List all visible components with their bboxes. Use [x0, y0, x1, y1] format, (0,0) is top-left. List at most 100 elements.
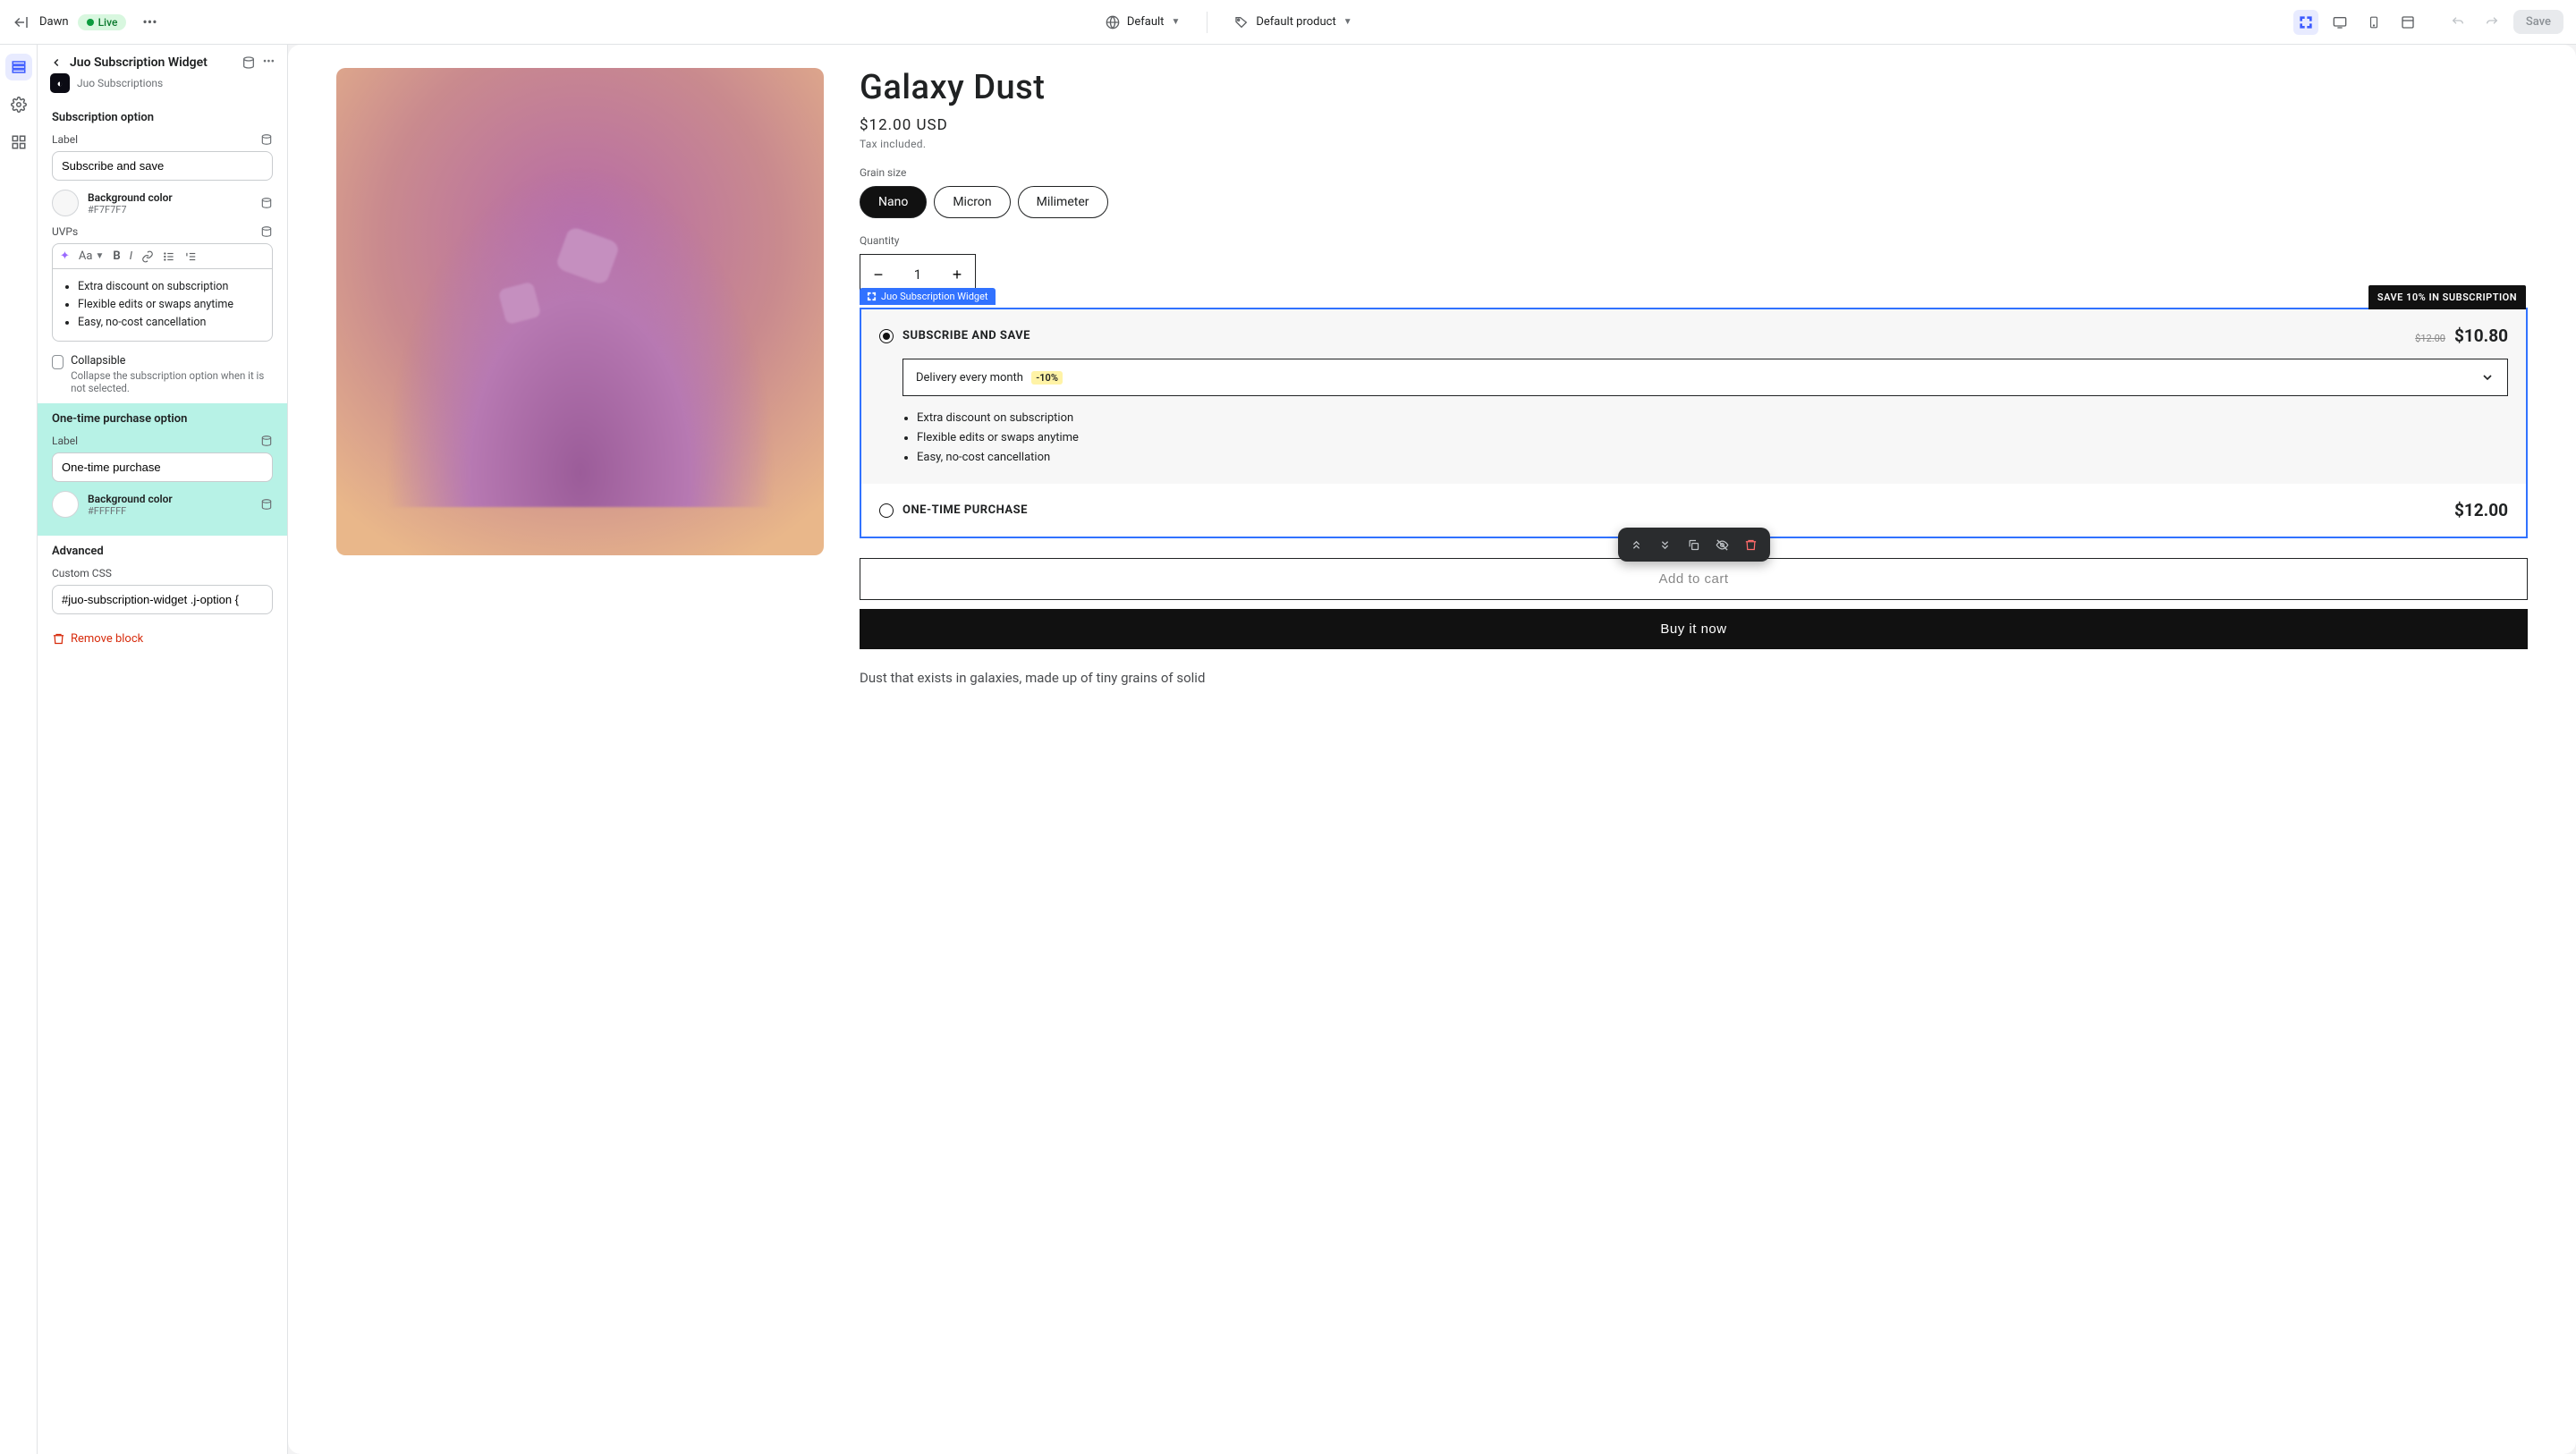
- delete-icon[interactable]: [1740, 533, 1763, 556]
- bg-color-swatch[interactable]: [52, 491, 79, 518]
- language-selector[interactable]: Default ▼: [1097, 10, 1190, 35]
- product-title: Galaxy Dust: [860, 68, 2528, 107]
- mobile-view-icon[interactable]: [2361, 10, 2386, 35]
- product-image: [336, 68, 824, 555]
- chevron-down-icon: [2480, 370, 2495, 385]
- add-to-cart-button[interactable]: Add to cart: [860, 558, 2528, 600]
- collapsible-checkbox[interactable]: [52, 355, 64, 369]
- app-icon: ◐: [50, 73, 70, 93]
- bg-color-label: Background color: [88, 191, 251, 204]
- uvp-item: Easy, no-cost cancellation: [917, 448, 2508, 468]
- onetime-price: $12.00: [2454, 500, 2508, 520]
- template-label: Default product: [1256, 15, 1335, 29]
- dynamic-source-icon[interactable]: [260, 197, 273, 209]
- uvp-item: Flexible edits or swaps anytime: [78, 296, 261, 314]
- qty-value: 1: [896, 266, 939, 283]
- template-selector[interactable]: Default product ▼: [1225, 10, 1360, 35]
- uvp-item: Extra discount on subscription: [917, 409, 2508, 428]
- exit-editor-icon[interactable]: [13, 13, 30, 31]
- theme-settings-tab-icon[interactable]: [5, 91, 32, 118]
- desktop-view-icon[interactable]: [2327, 10, 2352, 35]
- section-title: One-time purchase option: [52, 412, 273, 426]
- subscription-label-input[interactable]: [52, 151, 273, 181]
- product-description: Dust that exists in galaxies, made up of…: [860, 667, 2528, 689]
- undo-icon[interactable]: [2445, 10, 2470, 35]
- uvps-editor[interactable]: Extra discount on subscription Flexible …: [52, 268, 273, 342]
- section-title: Subscription option: [52, 111, 273, 124]
- label-field-label: Label: [52, 435, 78, 447]
- dynamic-source-icon[interactable]: [260, 498, 273, 511]
- duplicate-icon[interactable]: [1682, 533, 1706, 556]
- widget-selection-tag[interactable]: Juo Subscription Widget: [860, 288, 996, 305]
- bullet-list-icon[interactable]: [163, 250, 175, 263]
- collapsible-label: Collapsible: [71, 354, 273, 368]
- radio-unselected-icon[interactable]: [879, 503, 894, 518]
- sections-tab-icon[interactable]: [5, 54, 32, 80]
- block-title: Juo Subscription Widget: [70, 55, 234, 70]
- buy-now-button[interactable]: Buy it now: [860, 609, 2528, 649]
- remove-block-button[interactable]: Remove block: [38, 623, 287, 655]
- left-rail: [0, 45, 38, 1454]
- variant-pill[interactable]: Milimeter: [1018, 186, 1108, 218]
- remove-block-label: Remove block: [71, 632, 143, 646]
- subscription-option-section: Subscription option Label Background col…: [38, 102, 287, 403]
- target-icon: [867, 292, 877, 301]
- subscribe-option[interactable]: SUBSCRIBE AND SAVE $12.00 $10.80 Deliver…: [861, 309, 2526, 484]
- quantity-label: Quantity: [860, 234, 2528, 247]
- inspector-toggle-icon[interactable]: [2293, 10, 2318, 35]
- label-field-label: Label: [52, 133, 78, 146]
- ai-sparkle-icon[interactable]: ✦: [60, 249, 70, 263]
- bg-color-value: #FFFFFF: [88, 505, 251, 517]
- hide-icon[interactable]: [1711, 533, 1734, 556]
- bg-color-swatch[interactable]: [52, 190, 79, 216]
- dynamic-source-icon[interactable]: [260, 225, 273, 238]
- frequency-selector[interactable]: Delivery every month -10%: [902, 359, 2508, 396]
- theme-actions-menu[interactable]: •••: [135, 10, 164, 34]
- app-embeds-tab-icon[interactable]: [5, 129, 32, 156]
- radio-selected-icon[interactable]: [879, 329, 894, 343]
- back-icon[interactable]: [50, 56, 63, 69]
- tag-icon: [1234, 15, 1249, 30]
- preview-canvas: Galaxy Dust $12.00 USD Tax included. Gra…: [288, 45, 2576, 1454]
- theme-name: Dawn: [39, 15, 69, 29]
- fullscreen-view-icon[interactable]: [2395, 10, 2420, 35]
- variant-pill[interactable]: Nano: [860, 186, 927, 218]
- bg-color-value: #F7F7F7: [88, 204, 251, 216]
- dynamic-source-icon[interactable]: [260, 133, 273, 146]
- uvp-item: Extra discount on subscription: [78, 278, 261, 296]
- section-title: Advanced: [52, 545, 273, 558]
- bg-color-label: Background color: [88, 493, 251, 505]
- advanced-section: Advanced Custom CSS: [38, 536, 287, 623]
- frequency-label: Delivery every month: [916, 371, 1023, 385]
- save-button[interactable]: Save: [2513, 10, 2563, 34]
- block-floating-toolbar: [1618, 528, 1770, 562]
- block-settings-panel: Juo Subscription Widget ••• ◐ Juo Subscr…: [38, 45, 288, 1454]
- block-more-icon[interactable]: •••: [263, 55, 275, 70]
- text-style-dropdown[interactable]: Aa ▼: [79, 249, 104, 263]
- new-price: $10.80: [2454, 325, 2508, 346]
- custom-css-input[interactable]: [52, 585, 273, 614]
- dynamic-source-icon[interactable]: [242, 55, 256, 70]
- app-name: Juo Subscriptions: [77, 77, 163, 89]
- move-down-icon[interactable]: [1654, 533, 1677, 556]
- link-icon[interactable]: [141, 250, 154, 263]
- frequency-discount: -10%: [1031, 371, 1063, 385]
- redo-icon[interactable]: [2479, 10, 2504, 35]
- uvp-item: Easy, no-cost cancellation: [78, 314, 261, 332]
- move-up-icon[interactable]: [1625, 533, 1648, 556]
- chevron-down-icon: ▼: [1171, 17, 1180, 27]
- ordered-list-icon[interactable]: [184, 250, 197, 263]
- subscription-widget[interactable]: SAVE 10% IN SUBSCRIPTION SUBSCRIBE AND S…: [860, 308, 2528, 538]
- collapsible-help: Collapse the subscription option when it…: [71, 369, 273, 394]
- bold-icon[interactable]: B: [113, 249, 120, 263]
- separator: [1207, 12, 1208, 33]
- italic-icon[interactable]: I: [130, 249, 132, 263]
- uvps-label: UVPs: [52, 225, 78, 238]
- variant-pill[interactable]: Micron: [934, 186, 1010, 218]
- dynamic-source-icon[interactable]: [260, 435, 273, 447]
- old-price: $12.00: [2415, 333, 2445, 344]
- save-badge: SAVE 10% IN SUBSCRIPTION: [2368, 285, 2526, 309]
- richtext-toolbar: ✦ Aa ▼ B I: [52, 243, 273, 268]
- onetime-label-input[interactable]: [52, 452, 273, 482]
- subscribe-label: SUBSCRIBE AND SAVE: [902, 329, 2406, 342]
